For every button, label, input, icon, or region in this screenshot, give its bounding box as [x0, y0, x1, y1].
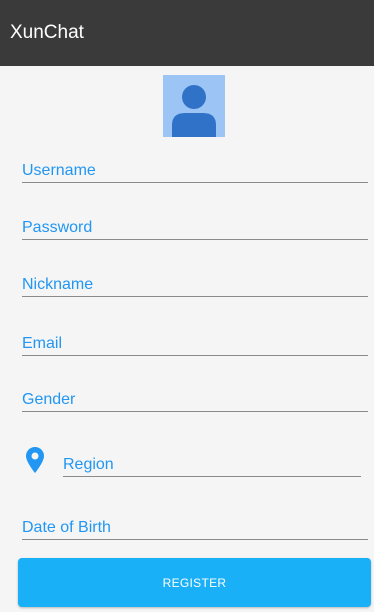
email-label: Email: [22, 335, 63, 352]
region-field[interactable]: Region: [63, 450, 361, 477]
avatar[interactable]: [163, 75, 225, 137]
email-field[interactable]: Email: [22, 329, 368, 356]
person-icon: [172, 85, 216, 137]
nickname-label: Nickname: [22, 276, 94, 293]
app-title: XunChat: [10, 22, 84, 43]
register-button[interactable]: REGISTER: [18, 558, 371, 607]
region-label: Region: [63, 456, 114, 473]
password-label: Password: [22, 219, 93, 236]
gender-field[interactable]: Gender: [22, 385, 368, 412]
password-field[interactable]: Password: [22, 213, 368, 240]
username-label: Username: [22, 162, 96, 179]
username-field[interactable]: Username: [22, 156, 368, 183]
location-pin-icon[interactable]: [26, 447, 44, 473]
nickname-field[interactable]: Nickname: [22, 270, 368, 297]
gender-label: Gender: [22, 391, 76, 408]
date-of-birth-field[interactable]: Date of Birth: [22, 513, 368, 540]
app-bar: XunChat: [0, 0, 374, 66]
date-of-birth-label: Date of Birth: [22, 519, 111, 536]
